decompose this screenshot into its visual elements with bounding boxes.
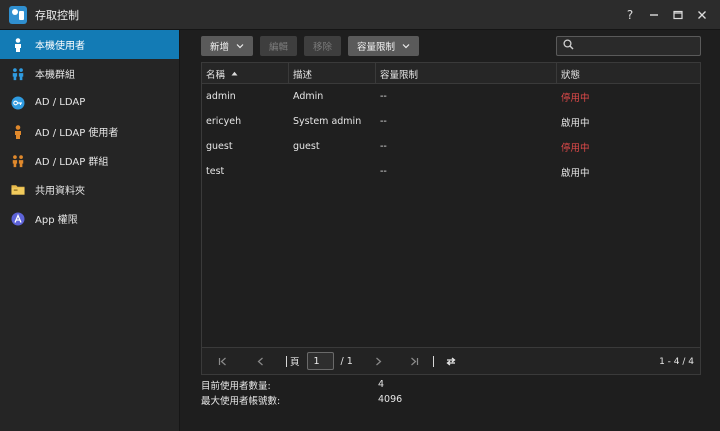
create-button-label: 新增 (210, 42, 230, 53)
cell-status: 停用中 (561, 142, 590, 154)
domain-user-icon (11, 124, 25, 139)
refresh-icon[interactable] (444, 356, 458, 367)
max-users-row: 最大使用者帳號數: 4096 (201, 392, 402, 407)
next-page-icon[interactable] (371, 357, 387, 366)
sort-ascending-icon (231, 68, 238, 79)
access-control-app-icon (9, 5, 27, 24)
chevron-down-icon (236, 42, 244, 51)
cell-description: System admin (293, 116, 362, 127)
current-users-label: 目前使用者數量: (201, 380, 271, 392)
sidebar-item-label: AD / LDAP 使用者 (35, 128, 119, 139)
max-users-label: 最大使用者帳號數: (201, 395, 281, 407)
cell-quota: -- (380, 91, 387, 102)
group-icon (11, 67, 25, 81)
column-header-label: 容量限制 (380, 69, 419, 81)
create-button[interactable]: 新增 (201, 36, 254, 56)
page-label: 頁 (290, 357, 300, 368)
record-range: 1 - 4 / 4 (659, 356, 694, 367)
cell-quota: -- (380, 166, 387, 177)
cell-status: 啟用中 (561, 117, 590, 129)
column-header-label: 狀態 (561, 69, 581, 81)
cell-status: 啟用中 (561, 167, 590, 179)
cell-name: admin (206, 91, 236, 102)
pagination-bar: 頁 1 / 1 1 - 4 / 4 (202, 347, 700, 374)
key-icon (11, 96, 25, 110)
total-pages: / 1 (340, 355, 353, 367)
close-icon[interactable] (690, 5, 714, 25)
window-controls: ? (618, 0, 714, 30)
sidebar-item-app-permissions[interactable]: App 權限 (0, 204, 179, 233)
current-users-row: 目前使用者數量: 4 (201, 377, 402, 392)
domain-group-icon (11, 154, 25, 168)
sidebar-item-local-groups[interactable]: 本機群組 (0, 59, 179, 88)
cell-name: ericyeh (206, 116, 242, 127)
current-users-value: 4 (378, 379, 385, 390)
cell-name: guest (206, 141, 233, 152)
window-title: 存取控制 (35, 8, 79, 22)
search-icon (563, 39, 574, 53)
cell-description: Admin (293, 91, 324, 102)
user-stats: 目前使用者數量: 4 最大使用者帳號數: 4096 (201, 377, 402, 407)
maximize-icon[interactable] (666, 5, 690, 25)
folder-icon (11, 183, 25, 197)
cell-quota: -- (380, 141, 387, 152)
sidebar-item-ad-ldap-users[interactable]: AD / LDAP 使用者 (0, 117, 179, 146)
pager-separator (432, 355, 434, 367)
sidebar-item-label: App 權限 (35, 215, 78, 226)
last-page-icon[interactable] (407, 357, 423, 366)
quota-button[interactable]: 容量限制 (348, 36, 420, 56)
cell-status: 停用中 (561, 92, 590, 104)
sidebar-item-label: 本機使用者 (35, 41, 85, 52)
table-row[interactable]: admin Admin -- 停用中 (202, 84, 700, 109)
toolbar: 新增 編輯 移除 容量限制 (201, 36, 426, 56)
first-page-icon[interactable] (214, 357, 230, 366)
sidebar-item-label: 共用資料夾 (35, 186, 85, 197)
sidebar-item-label: AD / LDAP (35, 97, 86, 108)
sidebar-item-ad-ldap[interactable]: AD / LDAP (0, 88, 179, 117)
user-icon (11, 37, 25, 52)
sidebar-item-shared-folders[interactable]: 共用資料夾 (0, 175, 179, 204)
cell-description: guest (293, 141, 320, 152)
previous-page-icon[interactable] (252, 357, 268, 366)
delete-button-label: 移除 (313, 42, 333, 53)
sidebar-item-label: 本機群組 (35, 70, 75, 81)
delete-button[interactable]: 移除 (304, 36, 342, 56)
column-header-name[interactable]: 名稱 (202, 63, 289, 84)
quota-button-label: 容量限制 (357, 42, 396, 53)
cell-name: test (206, 166, 225, 177)
table-row[interactable]: ericyeh System admin -- 啟用中 (202, 109, 700, 134)
sidebar-item-ad-ldap-groups[interactable]: AD / LDAP 群組 (0, 146, 179, 175)
column-header-status[interactable]: 狀態 (557, 63, 700, 84)
table-header: 名稱 描述 容量限制 狀態 (202, 63, 700, 84)
column-header-label: 名稱 (206, 69, 226, 81)
page-number-input[interactable]: 1 (306, 352, 334, 370)
chevron-down-icon (402, 42, 410, 51)
table-row[interactable]: test -- 啟用中 (202, 159, 700, 184)
help-icon[interactable]: ? (618, 5, 642, 25)
column-header-description[interactable]: 描述 (289, 63, 376, 84)
table-row[interactable]: guest guest -- 停用中 (202, 134, 700, 159)
edit-button[interactable]: 編輯 (260, 36, 298, 56)
sidebar-item-label: AD / LDAP 群組 (35, 157, 109, 168)
column-header-quota[interactable]: 容量限制 (376, 63, 557, 84)
app-permission-icon (11, 212, 25, 226)
user-table: 名稱 描述 容量限制 狀態 admin Admin -- 停用中 ericyeh… (201, 62, 701, 375)
sidebar-item-local-users[interactable]: 本機使用者 (0, 30, 179, 59)
sidebar: 本機使用者 本機群組 AD / LDAP AD / LDAP 使用者 AD / … (0, 30, 180, 431)
title-bar: 存取控制 ? (0, 0, 720, 30)
cell-quota: -- (380, 116, 387, 127)
column-header-label: 描述 (293, 69, 313, 81)
edit-button-label: 編輯 (269, 42, 289, 53)
minimize-icon[interactable] (642, 5, 666, 25)
pager-separator (286, 355, 287, 367)
search-input[interactable] (556, 36, 701, 56)
max-users-value: 4096 (378, 394, 403, 405)
